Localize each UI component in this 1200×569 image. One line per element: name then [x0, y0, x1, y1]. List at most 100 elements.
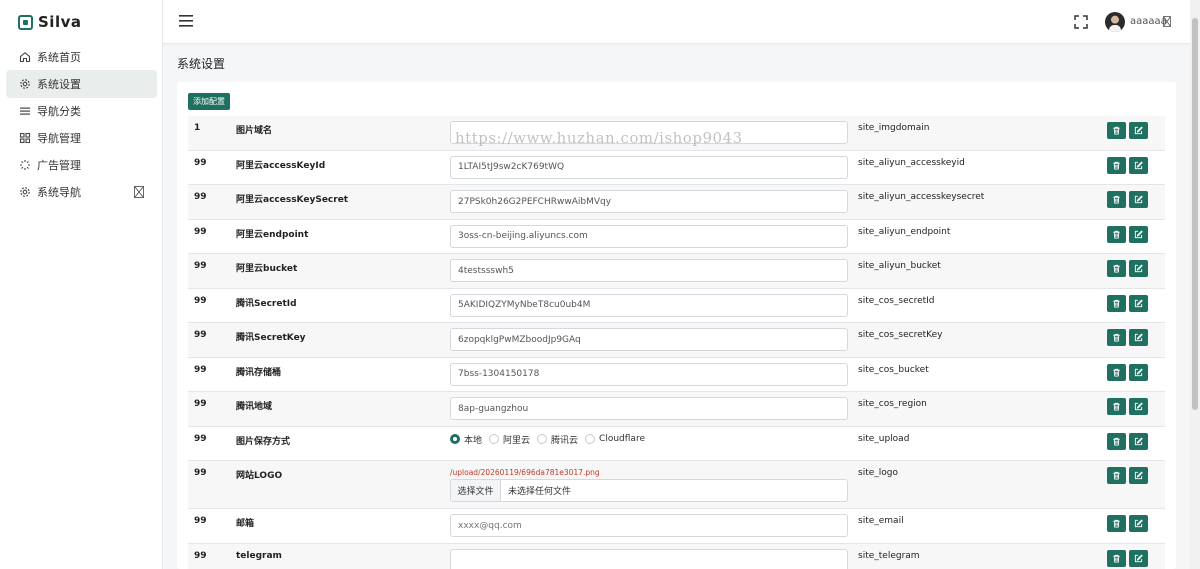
- config-value-input[interactable]: [450, 293, 848, 317]
- delete-button[interactable]: [1107, 191, 1126, 208]
- username[interactable]: aaaaaa: [1130, 16, 1167, 27]
- delete-button[interactable]: [1107, 156, 1126, 174]
- choose-file-button[interactable]: 选择文件: [451, 480, 501, 501]
- user-menu-caret-icon[interactable]: [1163, 16, 1171, 27]
- grid-icon: [19, 132, 31, 144]
- sidebar-item-5[interactable]: 系统导航: [6, 178, 157, 206]
- edit-button[interactable]: [1129, 122, 1148, 139]
- logo-file-input[interactable]: 选择文件 未选择任何文件: [450, 479, 848, 502]
- delete-button[interactable]: [1107, 515, 1126, 532]
- row-sort: 99: [194, 433, 207, 444]
- brand-logo[interactable]: Silva: [18, 12, 82, 32]
- radio-button[interactable]: [537, 434, 548, 444]
- delete-button[interactable]: [1107, 294, 1126, 312]
- config-value-input[interactable]: [450, 190, 848, 213]
- edit-button[interactable]: [1129, 432, 1148, 450]
- trash-icon: [1112, 471, 1121, 480]
- row-actions: [1107, 329, 1148, 346]
- delete-button[interactable]: [1107, 467, 1126, 484]
- edit-button[interactable]: [1129, 156, 1148, 174]
- config-value-input[interactable]: [450, 328, 848, 351]
- radio-button[interactable]: [489, 434, 500, 444]
- edit-button[interactable]: [1129, 225, 1148, 243]
- radio-option[interactable]: 阿里云: [489, 433, 530, 446]
- row-key: site_aliyun_endpoint: [858, 226, 951, 237]
- edit-button[interactable]: [1129, 191, 1148, 208]
- config-value-input[interactable]: [450, 155, 848, 179]
- sidebar-item-label: 系统首页: [37, 50, 81, 64]
- fullscreen-icon[interactable]: [1074, 15, 1088, 29]
- sidebar-item-0[interactable]: 系统首页: [6, 43, 157, 71]
- row-actions: [1107, 515, 1148, 532]
- row-sort: 99: [194, 226, 207, 237]
- scrollbar-thumb[interactable]: [1192, 18, 1198, 410]
- page-title: 系统设置: [177, 57, 226, 71]
- edit-button[interactable]: [1129, 549, 1148, 567]
- delete-button[interactable]: [1107, 260, 1126, 277]
- logo-path-link[interactable]: /upload/20260119/696da781e3017.png: [450, 468, 600, 477]
- table-row: 99 腾讯存储桶 site_cos_bucket: [188, 358, 1165, 392]
- gear-icon: [19, 78, 31, 90]
- page-scrollbar[interactable]: [1190, 0, 1200, 569]
- menu-toggle-icon[interactable]: [179, 15, 193, 27]
- edit-button[interactable]: [1129, 398, 1148, 415]
- trash-icon: [1112, 299, 1121, 308]
- row-sort: 99: [194, 364, 207, 375]
- row-label: 图片域名: [236, 126, 273, 136]
- row-label: 阿里云bucket: [236, 264, 298, 274]
- sidebar-item-4[interactable]: 广告管理: [6, 151, 157, 179]
- edit-icon: [1134, 402, 1143, 411]
- row-actions: [1107, 398, 1148, 415]
- config-value-input[interactable]: [450, 362, 848, 386]
- config-value-input[interactable]: [450, 548, 848, 569]
- delete-button[interactable]: [1107, 329, 1126, 346]
- config-value-input[interactable]: [450, 514, 848, 537]
- avatar[interactable]: [1105, 12, 1125, 32]
- sidebar-item-1[interactable]: 系统设置: [6, 70, 157, 98]
- delete-button[interactable]: [1107, 363, 1126, 381]
- row-key: site_aliyun_accesskeysecret: [858, 192, 985, 202]
- radio-option[interactable]: 腾讯云: [537, 433, 578, 446]
- edit-button[interactable]: [1129, 260, 1148, 277]
- row-key: site_cos_bucket: [858, 364, 929, 375]
- edit-button[interactable]: [1129, 515, 1148, 532]
- edit-icon: [1134, 195, 1143, 204]
- sidebar-item-3[interactable]: 导航管理: [6, 124, 157, 152]
- trash-icon: [1112, 230, 1121, 239]
- config-value-input[interactable]: [450, 224, 848, 248]
- delete-button[interactable]: [1107, 549, 1126, 567]
- edit-icon: [1134, 367, 1143, 377]
- delete-button[interactable]: [1107, 122, 1126, 139]
- radio-option[interactable]: 本地: [450, 433, 482, 446]
- sidebar: Silva 系统首页系统设置 导航分类 导航管理 广告管理系统导航: [0, 0, 163, 569]
- row-key: site_aliyun_accesskeyid: [858, 157, 965, 168]
- expand-caret-icon[interactable]: [134, 186, 144, 198]
- edit-icon: [1134, 298, 1143, 308]
- row-label: 邮箱: [236, 519, 255, 529]
- table-row: 99 腾讯SecretKey site_cos_secretKey: [188, 323, 1165, 358]
- sidebar-item-label: 系统导航: [37, 185, 81, 199]
- delete-button[interactable]: [1107, 432, 1126, 450]
- add-config-button[interactable]: 添加配置: [188, 93, 230, 110]
- row-sort: 99: [194, 295, 207, 306]
- row-actions: [1107, 260, 1148, 277]
- row-actions: [1107, 191, 1148, 208]
- table-row: 99 阿里云accessKeyId site_aliyun_accesskeyid: [188, 151, 1165, 185]
- delete-button[interactable]: [1107, 225, 1126, 243]
- sidebar-item-2[interactable]: 导航分类: [6, 97, 157, 125]
- config-value-input[interactable]: [450, 121, 848, 144]
- trash-icon: [1112, 368, 1121, 377]
- delete-button[interactable]: [1107, 398, 1126, 415]
- edit-button[interactable]: [1129, 363, 1148, 381]
- sidebar-nav: 系统首页系统设置 导航分类 导航管理 广告管理系统导航: [6, 43, 157, 205]
- edit-button[interactable]: [1129, 329, 1148, 346]
- config-value-input[interactable]: [450, 397, 848, 420]
- radio-button[interactable]: [585, 434, 596, 444]
- edit-button[interactable]: [1129, 467, 1148, 484]
- radio-button[interactable]: [450, 434, 460, 444]
- radio-option[interactable]: Cloudflare: [585, 434, 645, 444]
- row-label: 阿里云endpoint: [236, 229, 309, 240]
- row-key: site_logo: [858, 468, 898, 478]
- edit-button[interactable]: [1129, 294, 1148, 312]
- config-value-input[interactable]: [450, 259, 848, 282]
